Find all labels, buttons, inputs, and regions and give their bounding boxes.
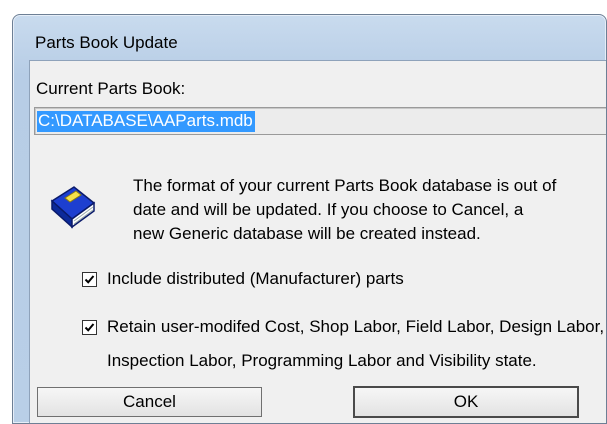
cancel-button[interactable]: Cancel xyxy=(37,387,262,417)
ok-button[interactable]: OK xyxy=(353,386,579,418)
checkmark-icon xyxy=(84,275,95,284)
current-parts-book-path[interactable]: C:\DATABASE\AAParts.mdb xyxy=(37,111,255,132)
retain-user-modified-label[interactable]: Retain user-modifed Cost, Shop Labor, Fi… xyxy=(107,317,604,337)
current-parts-book-label: Current Parts Book: xyxy=(36,79,186,98)
retain-user-modified-checkbox[interactable] xyxy=(82,320,97,335)
dialog-title: Parts Book Update xyxy=(35,33,178,52)
title-bar[interactable]: Parts Book Update xyxy=(13,15,606,55)
include-distributed-checkbox[interactable] xyxy=(82,272,97,287)
parts-book-update-dialog: Parts Book Update Current Parts Book: C:… xyxy=(12,14,607,424)
message-line: new Generic database will be created ins… xyxy=(133,224,481,243)
message-line: The format of your current Parts Book da… xyxy=(133,176,557,195)
app-window: Parts Book Update Current Parts Book: C:… xyxy=(0,0,607,424)
current-parts-book-field[interactable]: C:\DATABASE\AAParts.mdb xyxy=(34,107,606,135)
retain-user-modified-label-cont[interactable]: Inspection Labor, Programming Labor and … xyxy=(107,351,537,371)
include-distributed-label[interactable]: Include distributed (Manufacturer) parts xyxy=(107,269,404,289)
checkmark-icon xyxy=(84,323,95,332)
update-message: The format of your current Parts Book da… xyxy=(133,174,593,246)
message-line: date and will be updated. If you choose … xyxy=(133,200,524,219)
dialog-body: Current Parts Book: C:\DATABASE\AAParts.… xyxy=(29,60,606,423)
book-icon xyxy=(50,186,96,229)
